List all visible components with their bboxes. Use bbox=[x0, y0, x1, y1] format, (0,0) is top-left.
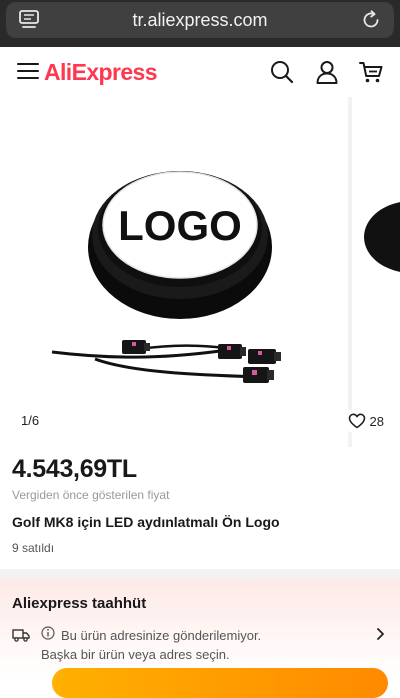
next-product-image[interactable] bbox=[352, 97, 400, 447]
connector-right bbox=[248, 349, 281, 364]
connector-left bbox=[122, 340, 150, 354]
commitment-section[interactable]: Aliexpress taahhüt Bu ürün adresinize gö… bbox=[0, 579, 400, 698]
commitment-title: Aliexpress taahhüt bbox=[12, 595, 147, 612]
product-price: 4.543,69TL bbox=[12, 455, 137, 483]
address-bar[interactable]: tr.aliexpress.com bbox=[6, 2, 394, 38]
connector-middle bbox=[218, 344, 246, 359]
action-button[interactable] bbox=[52, 668, 388, 698]
connector-bottom bbox=[243, 367, 274, 383]
product-image[interactable]: LOGO bbox=[0, 97, 348, 447]
wishlist-count: 28 bbox=[369, 413, 384, 429]
gallery-slide-main[interactable]: LOGO 1/6 bbox=[0, 97, 348, 447]
browser-bar: tr.aliexpress.com bbox=[0, 0, 400, 47]
sold-count: 9 satıldı bbox=[12, 541, 55, 555]
wishlist-button[interactable]: 28 bbox=[341, 409, 390, 433]
truck-icon bbox=[12, 629, 30, 642]
aliexpress-logo[interactable]: AliExpress bbox=[44, 58, 158, 86]
section-divider bbox=[0, 569, 400, 579]
url-text[interactable]: tr.aliexpress.com bbox=[6, 2, 394, 38]
account-icon[interactable] bbox=[314, 59, 340, 85]
chevron-right-icon[interactable] bbox=[375, 627, 385, 641]
shipping-suggestion: Başka bir ürün veya adres seçin. bbox=[41, 647, 230, 662]
gallery-slide-next[interactable] bbox=[352, 97, 400, 447]
price-tax-note: Vergiden önce gösterilen fiyat bbox=[12, 488, 170, 502]
search-icon[interactable] bbox=[269, 59, 295, 85]
product-gallery[interactable]: LOGO 1/6 28 bbox=[0, 97, 400, 447]
image-page-counter: 1/6 bbox=[12, 409, 49, 433]
heart-icon bbox=[348, 413, 365, 429]
app-header: AliExpress bbox=[0, 47, 400, 97]
product-logo-text: LOGO bbox=[118, 202, 242, 249]
cart-icon[interactable] bbox=[358, 59, 384, 85]
menu-icon[interactable] bbox=[17, 61, 39, 81]
info-icon bbox=[41, 626, 55, 640]
reload-icon[interactable] bbox=[360, 9, 382, 31]
product-title[interactable]: Golf MK8 için LED aydınlatmalı Ön Logo bbox=[12, 514, 280, 530]
shipping-warning: Bu ürün adresinize gönderilemiyor. bbox=[61, 628, 262, 643]
